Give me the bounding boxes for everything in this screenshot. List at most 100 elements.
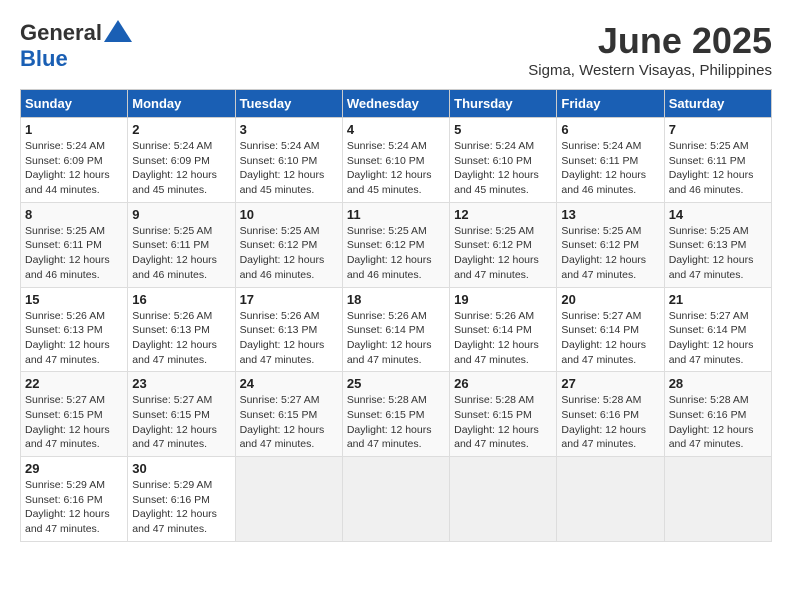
col-thursday: Thursday: [450, 90, 557, 118]
table-row: 24 Sunrise: 5:27 AMSunset: 6:15 PMDayligh…: [235, 372, 342, 457]
logo-triangle-icon: [104, 20, 132, 42]
table-row: 12 Sunrise: 5:25 AMSunset: 6:12 PMDayligh…: [450, 202, 557, 287]
day-info: Sunrise: 5:28 AMSunset: 6:15 PMDaylight:…: [347, 393, 445, 452]
day-number: 11: [347, 207, 445, 222]
table-row: 1 Sunrise: 5:24 AMSunset: 6:09 PMDaylight…: [21, 118, 128, 203]
day-info: Sunrise: 5:25 AMSunset: 6:12 PMDaylight:…: [454, 224, 552, 283]
day-info: Sunrise: 5:29 AMSunset: 6:16 PMDaylight:…: [132, 478, 230, 537]
table-row: 25 Sunrise: 5:28 AMSunset: 6:15 PMDayligh…: [342, 372, 449, 457]
day-number: 23: [132, 376, 230, 391]
calendar: Sunday Monday Tuesday Wednesday Thursday…: [20, 89, 772, 542]
day-info: Sunrise: 5:26 AMSunset: 6:14 PMDaylight:…: [347, 309, 445, 368]
table-row: [235, 457, 342, 542]
logo-blue: Blue: [20, 46, 68, 72]
day-number: 15: [25, 292, 123, 307]
day-number: 28: [669, 376, 767, 391]
day-info: Sunrise: 5:25 AMSunset: 6:11 PMDaylight:…: [132, 224, 230, 283]
day-info: Sunrise: 5:26 AMSunset: 6:13 PMDaylight:…: [240, 309, 338, 368]
table-row: 17 Sunrise: 5:26 AMSunset: 6:13 PMDayligh…: [235, 287, 342, 372]
day-number: 4: [347, 122, 445, 137]
table-row: 4 Sunrise: 5:24 AMSunset: 6:10 PMDaylight…: [342, 118, 449, 203]
day-number: 8: [25, 207, 123, 222]
table-row: 2 Sunrise: 5:24 AMSunset: 6:09 PMDaylight…: [128, 118, 235, 203]
day-number: 1: [25, 122, 123, 137]
day-number: 17: [240, 292, 338, 307]
table-row: 28 Sunrise: 5:28 AMSunset: 6:16 PMDayligh…: [664, 372, 771, 457]
day-number: 20: [561, 292, 659, 307]
table-row: 14 Sunrise: 5:25 AMSunset: 6:13 PMDayligh…: [664, 202, 771, 287]
day-info: Sunrise: 5:28 AMSunset: 6:16 PMDaylight:…: [669, 393, 767, 452]
day-info: Sunrise: 5:25 AMSunset: 6:13 PMDaylight:…: [669, 224, 767, 283]
table-row: 9 Sunrise: 5:25 AMSunset: 6:11 PMDaylight…: [128, 202, 235, 287]
day-number: 29: [25, 461, 123, 476]
table-row: 11 Sunrise: 5:25 AMSunset: 6:12 PMDayligh…: [342, 202, 449, 287]
table-row: 7 Sunrise: 5:25 AMSunset: 6:11 PMDaylight…: [664, 118, 771, 203]
day-number: 19: [454, 292, 552, 307]
day-info: Sunrise: 5:27 AMSunset: 6:14 PMDaylight:…: [669, 309, 767, 368]
title-area: June 2025 Sigma, Western Visayas, Philip…: [528, 20, 772, 79]
day-info: Sunrise: 5:24 AMSunset: 6:09 PMDaylight:…: [132, 139, 230, 198]
table-row: 10Sunrise: 5:25 AMSunset: 6:12 PMDayligh…: [235, 202, 342, 287]
table-row: 13Sunrise: 5:25 AMSunset: 6:12 PMDayligh…: [557, 202, 664, 287]
day-number: 25: [347, 376, 445, 391]
logo: General Blue: [20, 20, 132, 72]
day-number: 27: [561, 376, 659, 391]
table-row: 3 Sunrise: 5:24 AMSunset: 6:10 PMDaylight…: [235, 118, 342, 203]
day-number: 26: [454, 376, 552, 391]
day-number: 30: [132, 461, 230, 476]
col-saturday: Saturday: [664, 90, 771, 118]
day-info: Sunrise: 5:25 AMSunset: 6:11 PMDaylight:…: [669, 139, 767, 198]
day-number: 14: [669, 207, 767, 222]
table-row: 8 Sunrise: 5:25 AMSunset: 6:11 PMDaylight…: [21, 202, 128, 287]
day-info: Sunrise: 5:24 AMSunset: 6:09 PMDaylight:…: [25, 139, 123, 198]
day-number: 24: [240, 376, 338, 391]
table-row: 15 Sunrise: 5:26 AMSunset: 6:13 PMDayligh…: [21, 287, 128, 372]
col-wednesday: Wednesday: [342, 90, 449, 118]
day-number: 6: [561, 122, 659, 137]
table-row: [557, 457, 664, 542]
table-row: 18 Sunrise: 5:26 AMSunset: 6:14 PMDayligh…: [342, 287, 449, 372]
day-info: Sunrise: 5:27 AMSunset: 6:15 PMDaylight:…: [132, 393, 230, 452]
day-info: Sunrise: 5:25 AMSunset: 6:11 PMDaylight:…: [25, 224, 123, 283]
table-row: 5Sunrise: 5:24 AMSunset: 6:10 PMDaylight…: [450, 118, 557, 203]
table-row: 20 Sunrise: 5:27 AMSunset: 6:14 PMDayligh…: [557, 287, 664, 372]
day-info: Sunrise: 5:25 AMSunset: 6:12 PMDaylight:…: [347, 224, 445, 283]
day-info: Sunrise: 5:27 AMSunset: 6:15 PMDaylight:…: [240, 393, 338, 452]
day-number: 7: [669, 122, 767, 137]
day-number: 9: [132, 207, 230, 222]
day-number: 21: [669, 292, 767, 307]
table-row: 23 Sunrise: 5:27 AMSunset: 6:15 PMDayligh…: [128, 372, 235, 457]
table-row: [450, 457, 557, 542]
table-row: [342, 457, 449, 542]
table-row: [664, 457, 771, 542]
day-number: 10: [240, 207, 338, 222]
col-monday: Monday: [128, 90, 235, 118]
location: Sigma, Western Visayas, Philippines: [528, 62, 772, 79]
day-info: Sunrise: 5:26 AMSunset: 6:13 PMDaylight:…: [132, 309, 230, 368]
month-year: June 2025: [528, 20, 772, 62]
day-info: Sunrise: 5:28 AMSunset: 6:15 PMDaylight:…: [454, 393, 552, 452]
table-row: 27 Sunrise: 5:28 AMSunset: 6:16 PMDayligh…: [557, 372, 664, 457]
day-info: Sunrise: 5:25 AMSunset: 6:12 PMDaylight:…: [561, 224, 659, 283]
day-info: Sunrise: 5:26 AMSunset: 6:13 PMDaylight:…: [25, 309, 123, 368]
table-row: 29 Sunrise: 5:29 AMSunset: 6:16 PMDayligh…: [21, 457, 128, 542]
day-number: 18: [347, 292, 445, 307]
day-info: Sunrise: 5:27 AMSunset: 6:15 PMDaylight:…: [25, 393, 123, 452]
col-tuesday: Tuesday: [235, 90, 342, 118]
table-row: 30 Sunrise: 5:29 AMSunset: 6:16 PMDayligh…: [128, 457, 235, 542]
day-number: 3: [240, 122, 338, 137]
day-number: 2: [132, 122, 230, 137]
day-number: 12: [454, 207, 552, 222]
day-info: Sunrise: 5:24 AMSunset: 6:10 PMDaylight:…: [347, 139, 445, 198]
day-number: 22: [25, 376, 123, 391]
day-info: Sunrise: 5:24 AMSunset: 6:11 PMDaylight:…: [561, 139, 659, 198]
table-row: 26 Sunrise: 5:28 AMSunset: 6:15 PMDayligh…: [450, 372, 557, 457]
col-sunday: Sunday: [21, 90, 128, 118]
day-info: Sunrise: 5:27 AMSunset: 6:14 PMDaylight:…: [561, 309, 659, 368]
day-info: Sunrise: 5:28 AMSunset: 6:16 PMDaylight:…: [561, 393, 659, 452]
day-info: Sunrise: 5:29 AMSunset: 6:16 PMDaylight:…: [25, 478, 123, 537]
day-info: Sunrise: 5:24 AMSunset: 6:10 PMDaylight:…: [240, 139, 338, 198]
table-row: 6 Sunrise: 5:24 AMSunset: 6:11 PMDaylight…: [557, 118, 664, 203]
day-number: 16: [132, 292, 230, 307]
col-friday: Friday: [557, 90, 664, 118]
